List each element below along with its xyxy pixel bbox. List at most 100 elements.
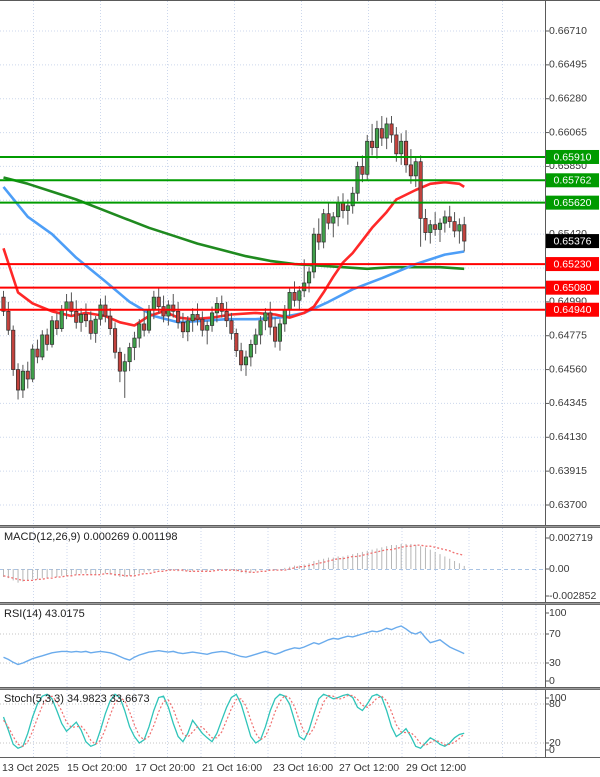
stoch-panel[interactable]: Stoch(5,3,3) 34.9823 33.6673 10080200 — [0, 690, 600, 757]
bull-candle — [259, 321, 262, 335]
time-axis[interactable]: 13 Oct 202515 Oct 20:0017 Oct 20:0021 Oc… — [0, 758, 600, 777]
bear-candle — [196, 314, 199, 319]
rsi-svg: 100 70 30 0 — [0, 605, 600, 687]
bear-candle — [453, 222, 456, 231]
bear-candle — [239, 351, 242, 365]
bull-candle — [123, 362, 126, 371]
bear-candle — [118, 352, 121, 371]
bear-candle — [113, 329, 116, 353]
rsi-panel[interactable]: RSI(14) 43.0175 100 70 30 0 — [0, 605, 600, 687]
time-label: 21 Oct 16:00 — [202, 762, 262, 774]
rsi-axis-label: 30 — [549, 657, 561, 669]
support-price-label-text: 0.65230 — [554, 258, 592, 270]
bear-candle — [84, 314, 87, 320]
bull-candle — [443, 217, 446, 223]
macd-axis-label: -0.002852 — [549, 590, 596, 602]
price-tick-label: 0.66495 — [549, 59, 587, 71]
bear-candle — [395, 135, 398, 154]
bear-candle — [433, 225, 436, 230]
bear-candle — [448, 217, 451, 222]
trading-chart: 0.667100.664950.662800.660650.658500.654… — [0, 0, 600, 777]
time-label: 23 Oct 16:00 — [273, 762, 333, 774]
macd-label: MACD(12,26,9) 0.000269 0.001198 — [4, 531, 177, 543]
bear-candle — [176, 311, 179, 322]
time-label: 13 Oct 2025 — [2, 762, 59, 774]
bull-candle — [458, 225, 461, 231]
bull-candle — [332, 217, 335, 223]
bull-candle — [60, 310, 63, 329]
bear-candle — [162, 307, 165, 316]
bear-candle — [370, 141, 373, 147]
bear-candle — [142, 324, 145, 330]
bull-candle — [438, 223, 441, 229]
bull-candle — [385, 124, 388, 138]
bear-candle — [361, 166, 364, 174]
bull-candle — [244, 357, 247, 365]
bull-candle — [206, 325, 209, 330]
resistance-price-label-text: 0.65620 — [554, 197, 592, 209]
support-price-label-text: 0.65080 — [554, 282, 592, 294]
bull-candle — [21, 371, 24, 390]
rsi-axis-label: 0 — [549, 675, 555, 687]
bear-candle — [12, 330, 15, 369]
current-price-label-text: 0.65376 — [554, 235, 592, 247]
bear-candle — [293, 292, 296, 300]
rsi-axis-label: 70 — [549, 628, 561, 640]
bull-candle — [375, 129, 378, 148]
bull-candle — [186, 321, 189, 332]
rsi-line — [4, 626, 465, 665]
bear-candle — [201, 319, 204, 330]
bear-candle — [36, 349, 39, 357]
bear-candle — [409, 165, 412, 176]
bear-candle — [7, 311, 10, 330]
bear-candle — [45, 335, 48, 344]
bear-candle — [89, 321, 92, 334]
resistance-price-label-text: 0.65762 — [554, 175, 592, 187]
bull-candle — [79, 314, 82, 322]
resistance-price-label-text: 0.65910 — [554, 151, 592, 163]
bull-candle — [249, 344, 252, 357]
price-chart-svg: 0.667100.664950.662800.660650.658500.654… — [0, 1, 600, 525]
candles-layer — [2, 116, 466, 399]
bull-candle — [351, 193, 354, 206]
bear-candle — [16, 370, 19, 390]
bull-candle — [264, 313, 267, 321]
price-tick-label: 0.63915 — [549, 465, 587, 477]
bear-candle — [225, 311, 228, 320]
price-tick-label: 0.64345 — [549, 397, 587, 409]
stoch-label: Stoch(5,3,3) 34.9823 33.6673 — [4, 693, 150, 705]
bear-candle — [390, 124, 393, 135]
bull-candle — [312, 234, 315, 272]
time-label: 27 Oct 12:00 — [339, 762, 399, 774]
rsi-axis-label: 100 — [549, 607, 567, 619]
rsi-label: RSI(14) 43.0175 — [4, 608, 85, 620]
bear-candle — [463, 225, 466, 241]
bull-candle — [429, 225, 432, 233]
support-price-label-text: 0.64940 — [554, 304, 592, 316]
bull-candle — [152, 297, 155, 310]
bull-candle — [254, 335, 257, 344]
bull-candle — [298, 291, 301, 300]
macd-signal-line — [4, 545, 465, 580]
bull-candle — [99, 305, 102, 319]
stoch-axis-label: 0 — [549, 744, 555, 756]
bear-candle — [419, 162, 422, 219]
bull-candle — [147, 310, 150, 330]
bull-candle — [336, 203, 339, 217]
macd-panel[interactable]: MACD(12,26,9) 0.000269 0.001198 0.002719… — [0, 528, 600, 602]
price-tick-label: 0.64130 — [549, 431, 587, 443]
price-tick-label: 0.64775 — [549, 329, 587, 341]
price-tick-label: 0.63700 — [549, 499, 587, 511]
vertical-grid — [34, 1, 503, 525]
bull-candle — [50, 321, 53, 345]
bull-candle — [128, 348, 131, 362]
bear-candle — [424, 218, 427, 232]
time-label: 29 Oct 12:00 — [406, 762, 466, 774]
price-tick-label: 0.64560 — [549, 363, 587, 375]
bull-candle — [346, 206, 349, 211]
bear-candle — [380, 129, 383, 138]
bear-candle — [235, 333, 238, 350]
time-label: 17 Oct 20:00 — [135, 762, 195, 774]
price-panel[interactable]: 0.667100.664950.662800.660650.658500.654… — [0, 1, 600, 525]
bear-candle — [341, 203, 344, 211]
